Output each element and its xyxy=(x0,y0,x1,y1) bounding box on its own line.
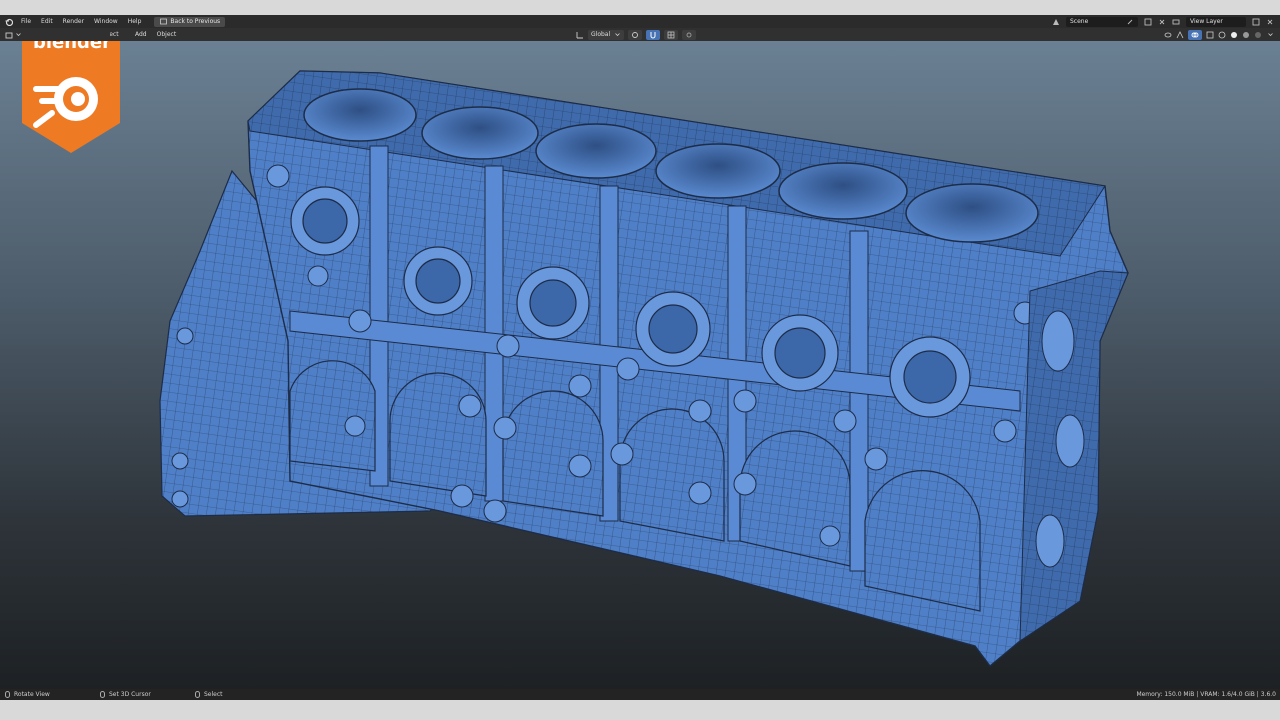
orientation-icon xyxy=(576,31,584,39)
menu-help[interactable]: Help xyxy=(123,15,147,28)
menu-object-mode[interactable]: Object xyxy=(110,28,130,41)
blender-app-icon[interactable] xyxy=(5,18,13,26)
pivot-point-dropdown[interactable] xyxy=(628,29,643,40)
view-layer-name: View Layer xyxy=(1190,18,1223,25)
hint-set-3d-cursor: Set 3D Cursor xyxy=(100,691,151,698)
delete-view-layer-icon[interactable] xyxy=(1266,18,1274,26)
orientation-label: Global xyxy=(591,31,611,38)
viewport-header: Object Add Object Global xyxy=(0,28,1280,41)
proportional-icon xyxy=(685,31,693,39)
mouse-middle-icon xyxy=(100,691,105,698)
snap-target-dropdown[interactable] xyxy=(664,29,679,40)
grid-icon xyxy=(667,31,675,39)
screen-border-bottom xyxy=(0,700,1280,720)
menu-edit[interactable]: Edit xyxy=(36,15,58,28)
hint-rotate-view: Rotate View xyxy=(5,691,50,698)
wireframe-shading-icon[interactable] xyxy=(1218,31,1226,39)
back-to-previous-button[interactable]: Back to Previous xyxy=(154,16,226,27)
back-icon xyxy=(159,18,167,26)
hint-rotate-label: Rotate View xyxy=(14,691,50,698)
new-view-layer-icon[interactable] xyxy=(1252,18,1260,26)
overlays-toggle[interactable] xyxy=(1188,29,1202,40)
hint-cursor-label: Set 3D Cursor xyxy=(109,691,151,698)
snap-toggle[interactable] xyxy=(646,29,661,40)
scene-name: Scene xyxy=(1070,18,1089,25)
view-layer-icon[interactable] xyxy=(1172,18,1180,26)
proportional-editing-toggle[interactable] xyxy=(682,29,697,40)
transform-controls: Global xyxy=(576,29,697,40)
view-layer-field[interactable]: View Layer xyxy=(1186,16,1246,27)
mouse-right-icon xyxy=(195,691,200,698)
transform-orientation-dropdown[interactable]: Global xyxy=(588,29,625,40)
viewport-shading-controls xyxy=(1164,29,1274,40)
rendered-shading-icon[interactable] xyxy=(1254,31,1262,39)
blender-logo-badge: blender xyxy=(22,41,120,153)
hint-select: Select xyxy=(195,691,223,698)
blender-wordmark: blender xyxy=(32,41,112,53)
visibility-icon[interactable] xyxy=(1164,31,1172,39)
gizmo-icon[interactable] xyxy=(1176,30,1184,39)
blender-logo-icon xyxy=(22,41,120,153)
status-bar: Rotate View Set 3D Cursor Select Memory:… xyxy=(0,689,1280,700)
menu-file[interactable]: File xyxy=(16,15,36,28)
menu-add[interactable]: Add xyxy=(130,28,152,41)
3d-viewport-icon xyxy=(5,31,13,39)
memory-info: Memory: 150.0 MiB | VRAM: 1.6/4.0 GiB | … xyxy=(1136,691,1276,698)
overlay-icon xyxy=(1191,31,1199,39)
new-scene-icon[interactable] xyxy=(1144,18,1152,26)
xray-icon[interactable] xyxy=(1206,31,1214,39)
top-menu-bar: File Edit Render Window Help Back to Pre… xyxy=(0,15,1280,28)
editor-type-selector[interactable] xyxy=(5,31,22,39)
chevron-down-icon xyxy=(613,31,621,39)
pin-icon[interactable] xyxy=(1126,18,1134,26)
scene-selectors: Scene View Layer xyxy=(1052,16,1274,27)
menu-render[interactable]: Render xyxy=(58,15,89,28)
menu-object[interactable]: Object xyxy=(152,28,182,41)
menu-window[interactable]: Window xyxy=(89,15,123,28)
screen-border-top xyxy=(0,0,1280,15)
3d-viewport[interactable]: blender xyxy=(0,41,1280,689)
delete-scene-icon[interactable] xyxy=(1158,18,1166,26)
pivot-icon xyxy=(631,31,639,39)
chevron-down-icon xyxy=(14,31,22,39)
back-to-previous-label: Back to Previous xyxy=(170,17,221,25)
scene-icon[interactable] xyxy=(1052,18,1060,26)
engine-block-model xyxy=(159,70,1129,668)
solid-shading-icon[interactable] xyxy=(1230,31,1238,39)
hint-select-label: Select xyxy=(204,691,223,698)
magnet-icon xyxy=(649,31,657,39)
scene-field[interactable]: Scene xyxy=(1066,16,1138,27)
chevron-down-icon[interactable] xyxy=(1266,31,1274,39)
material-shading-icon[interactable] xyxy=(1242,31,1250,39)
mouse-left-icon xyxy=(5,691,10,698)
